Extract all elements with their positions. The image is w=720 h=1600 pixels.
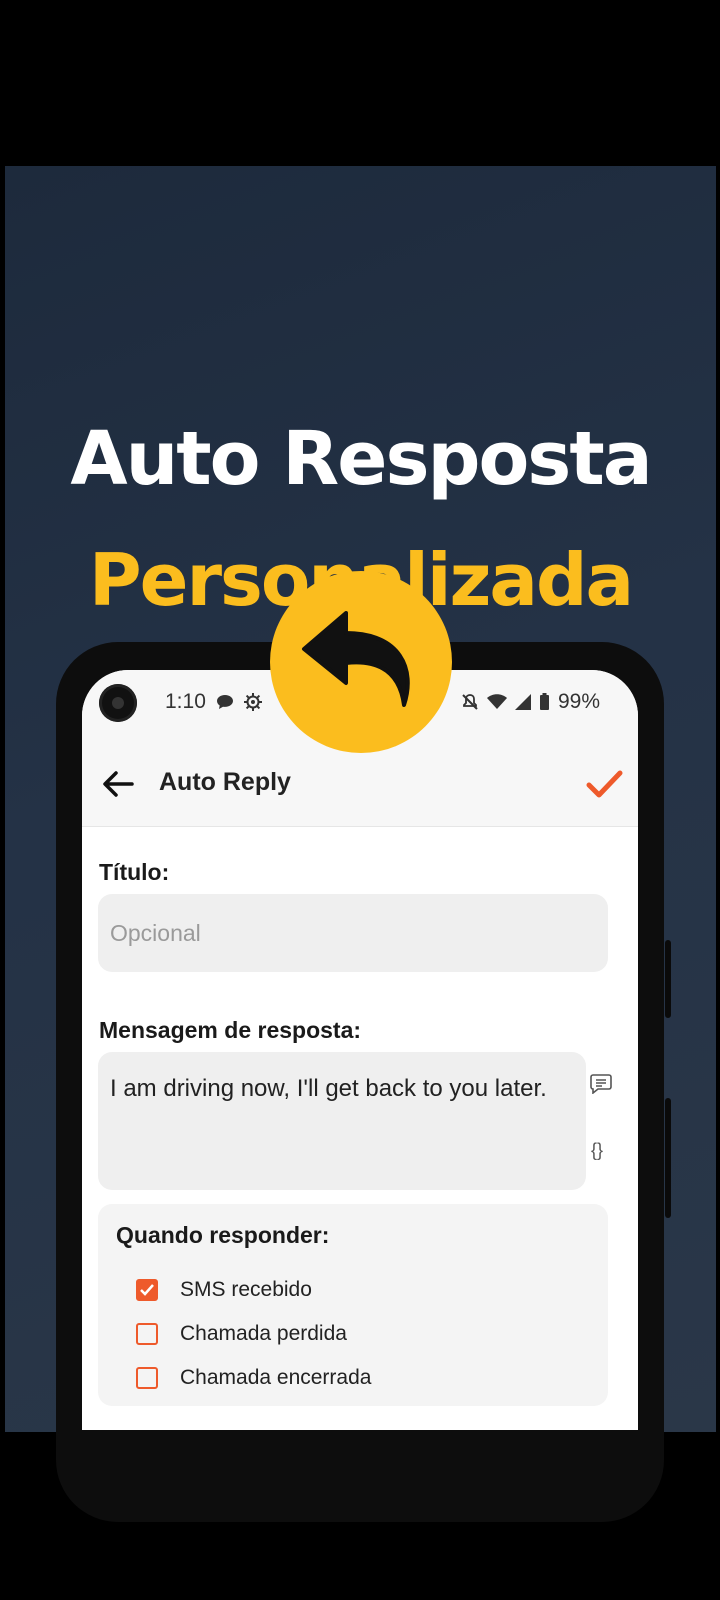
app-bar: Auto Reply: [82, 744, 638, 827]
chat-bubble-icon: [216, 695, 233, 709]
battery-level: 99%: [557, 690, 600, 713]
signal-icon: [514, 694, 531, 710]
status-time: 1:10: [165, 690, 206, 713]
back-arrow-icon[interactable]: [98, 764, 138, 804]
title-input[interactable]: Opcional: [98, 894, 608, 972]
battery-icon: [539, 693, 549, 710]
when-title: Quando responder:: [116, 1222, 330, 1248]
call-ended-checkbox[interactable]: [136, 1367, 158, 1389]
checkmark-icon: [140, 1284, 154, 1296]
wifi-icon: [486, 694, 507, 709]
message-template-icon[interactable]: [590, 1074, 612, 1094]
headline-line1: Auto Resposta: [70, 416, 652, 502]
option-missed-call[interactable]: Chamada perdida: [136, 1322, 347, 1346]
phone-power-button: [665, 1098, 671, 1218]
message-input[interactable]: I am driving now, I'll get back to you l…: [98, 1052, 586, 1190]
title-label: Título:: [99, 859, 170, 885]
message-label: Mensagem de resposta:: [99, 1017, 362, 1043]
missed-call-checkbox[interactable]: [136, 1323, 158, 1345]
sms-checkbox[interactable]: [136, 1279, 158, 1301]
reply-arrow-icon: [302, 611, 410, 707]
phone-screen: 1:10 99% Auto Reply Título: Opcional Men…: [82, 670, 638, 1430]
phone-volume-button: [665, 940, 671, 1018]
front-camera: [99, 684, 137, 722]
when-to-reply-card: Quando responder: SMS recebido Chamada p…: [98, 1204, 608, 1406]
reply-badge: [270, 571, 452, 753]
title-placeholder: Opcional: [110, 920, 201, 946]
option-call-ended[interactable]: Chamada encerrada: [136, 1366, 371, 1390]
option-label: SMS recebido: [180, 1278, 312, 1301]
check-icon[interactable]: [582, 762, 626, 806]
option-sms-received[interactable]: SMS recebido: [136, 1278, 312, 1302]
page-title: Auto Reply: [159, 768, 291, 796]
variables-icon[interactable]: {}: [591, 1140, 603, 1161]
option-label: Chamada encerrada: [180, 1366, 372, 1389]
mute-icon: [462, 694, 478, 710]
settings-icon: [243, 693, 262, 711]
message-text: I am driving now, I'll get back to you l…: [110, 1075, 547, 1102]
option-label: Chamada perdida: [180, 1322, 347, 1345]
